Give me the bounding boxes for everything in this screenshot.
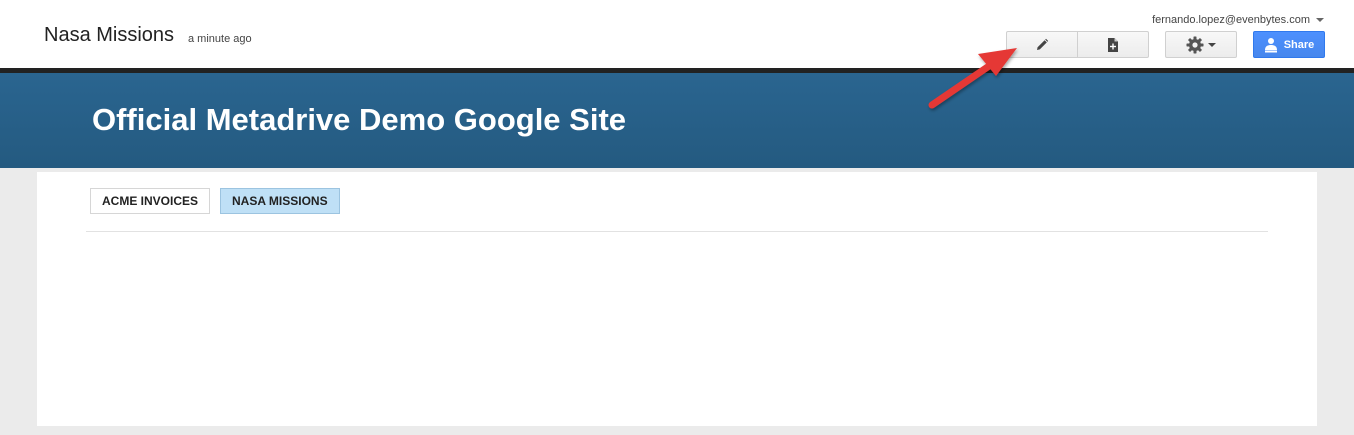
edit-page-button[interactable] [1006, 31, 1078, 58]
site-title: Official Metadrive Demo Google Site [92, 102, 627, 137]
share-button[interactable]: Share [1253, 31, 1325, 58]
account-menu[interactable]: fernando.lopez@evenbytes.com [1152, 14, 1324, 26]
page-title: Nasa Missions [44, 24, 175, 46]
new-page-icon [1108, 37, 1118, 52]
nav-divider [86, 231, 1268, 232]
last-edited-timestamp: a minute ago [188, 33, 252, 45]
new-page-button[interactable] [1077, 31, 1149, 58]
nav-tab-acme-invoices[interactable]: ACME INVOICES [90, 188, 211, 214]
account-email: fernando.lopez@evenbytes.com [1152, 14, 1310, 26]
gear-icon [1186, 36, 1204, 53]
share-label: Share [1283, 38, 1315, 51]
pencil-icon [1037, 38, 1049, 50]
chevron-down-icon [1316, 18, 1324, 22]
site-navigation: ACME INVOICES NASA MISSIONS [90, 188, 340, 214]
settings-button[interactable] [1165, 31, 1237, 58]
site-banner: Official Metadrive Demo Google Site [0, 73, 1354, 168]
content-area: ACME INVOICES NASA MISSIONS [37, 172, 1317, 426]
top-bar: Nasa Missions a minute ago fernando.lope… [0, 0, 1354, 68]
share-person-icon [1264, 37, 1277, 52]
nav-tab-nasa-missions[interactable]: NASA MISSIONS [220, 188, 340, 214]
chevron-down-icon [1208, 42, 1216, 47]
